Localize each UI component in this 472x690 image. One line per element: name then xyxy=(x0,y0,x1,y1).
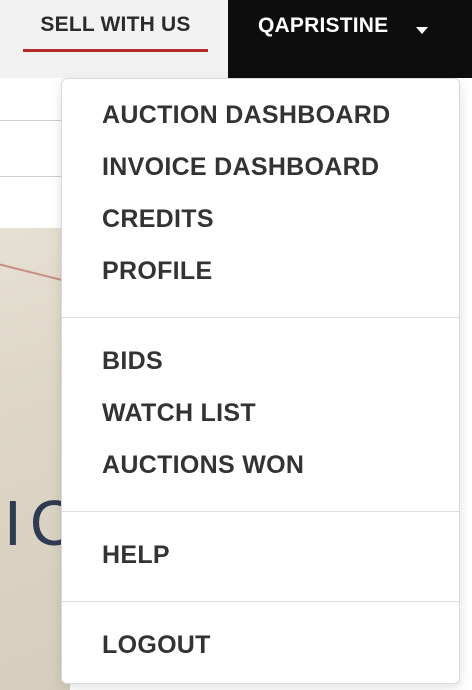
menu-separator xyxy=(62,317,459,318)
account-menu-button[interactable]: QAPRISTINE xyxy=(228,0,472,78)
hero-image: IC xyxy=(0,228,70,690)
menu-item-help[interactable]: HELP xyxy=(102,541,170,570)
menu-item-auctions-won[interactable]: AUCTIONS WON xyxy=(102,451,304,480)
menu-item-credits[interactable]: CREDITS xyxy=(102,205,214,234)
sell-with-us-link[interactable]: SELL WITH US xyxy=(23,0,208,52)
menu-item-auction-dashboard[interactable]: AUCTION DASHBOARD xyxy=(102,101,390,130)
menu-item-logout[interactable]: LOGOUT xyxy=(102,631,211,660)
account-username: QAPRISTINE xyxy=(258,14,389,37)
account-dropdown-menu: AUCTION DASHBOARD INVOICE DASHBOARD CRED… xyxy=(61,78,460,684)
menu-separator xyxy=(62,601,459,602)
top-nav-bar: SELL WITH US QAPRISTINE xyxy=(0,0,472,78)
menu-item-invoice-dashboard[interactable]: INVOICE DASHBOARD xyxy=(102,153,379,182)
menu-separator xyxy=(62,511,459,512)
page-divider xyxy=(0,176,70,177)
menu-item-watch-list[interactable]: WATCH LIST xyxy=(102,399,256,428)
page-divider xyxy=(0,120,70,121)
menu-item-profile[interactable]: PROFILE xyxy=(102,257,212,286)
caret-down-icon xyxy=(416,27,428,34)
hero-decoration-line xyxy=(0,261,70,293)
menu-item-bids[interactable]: BIDS xyxy=(102,347,163,376)
